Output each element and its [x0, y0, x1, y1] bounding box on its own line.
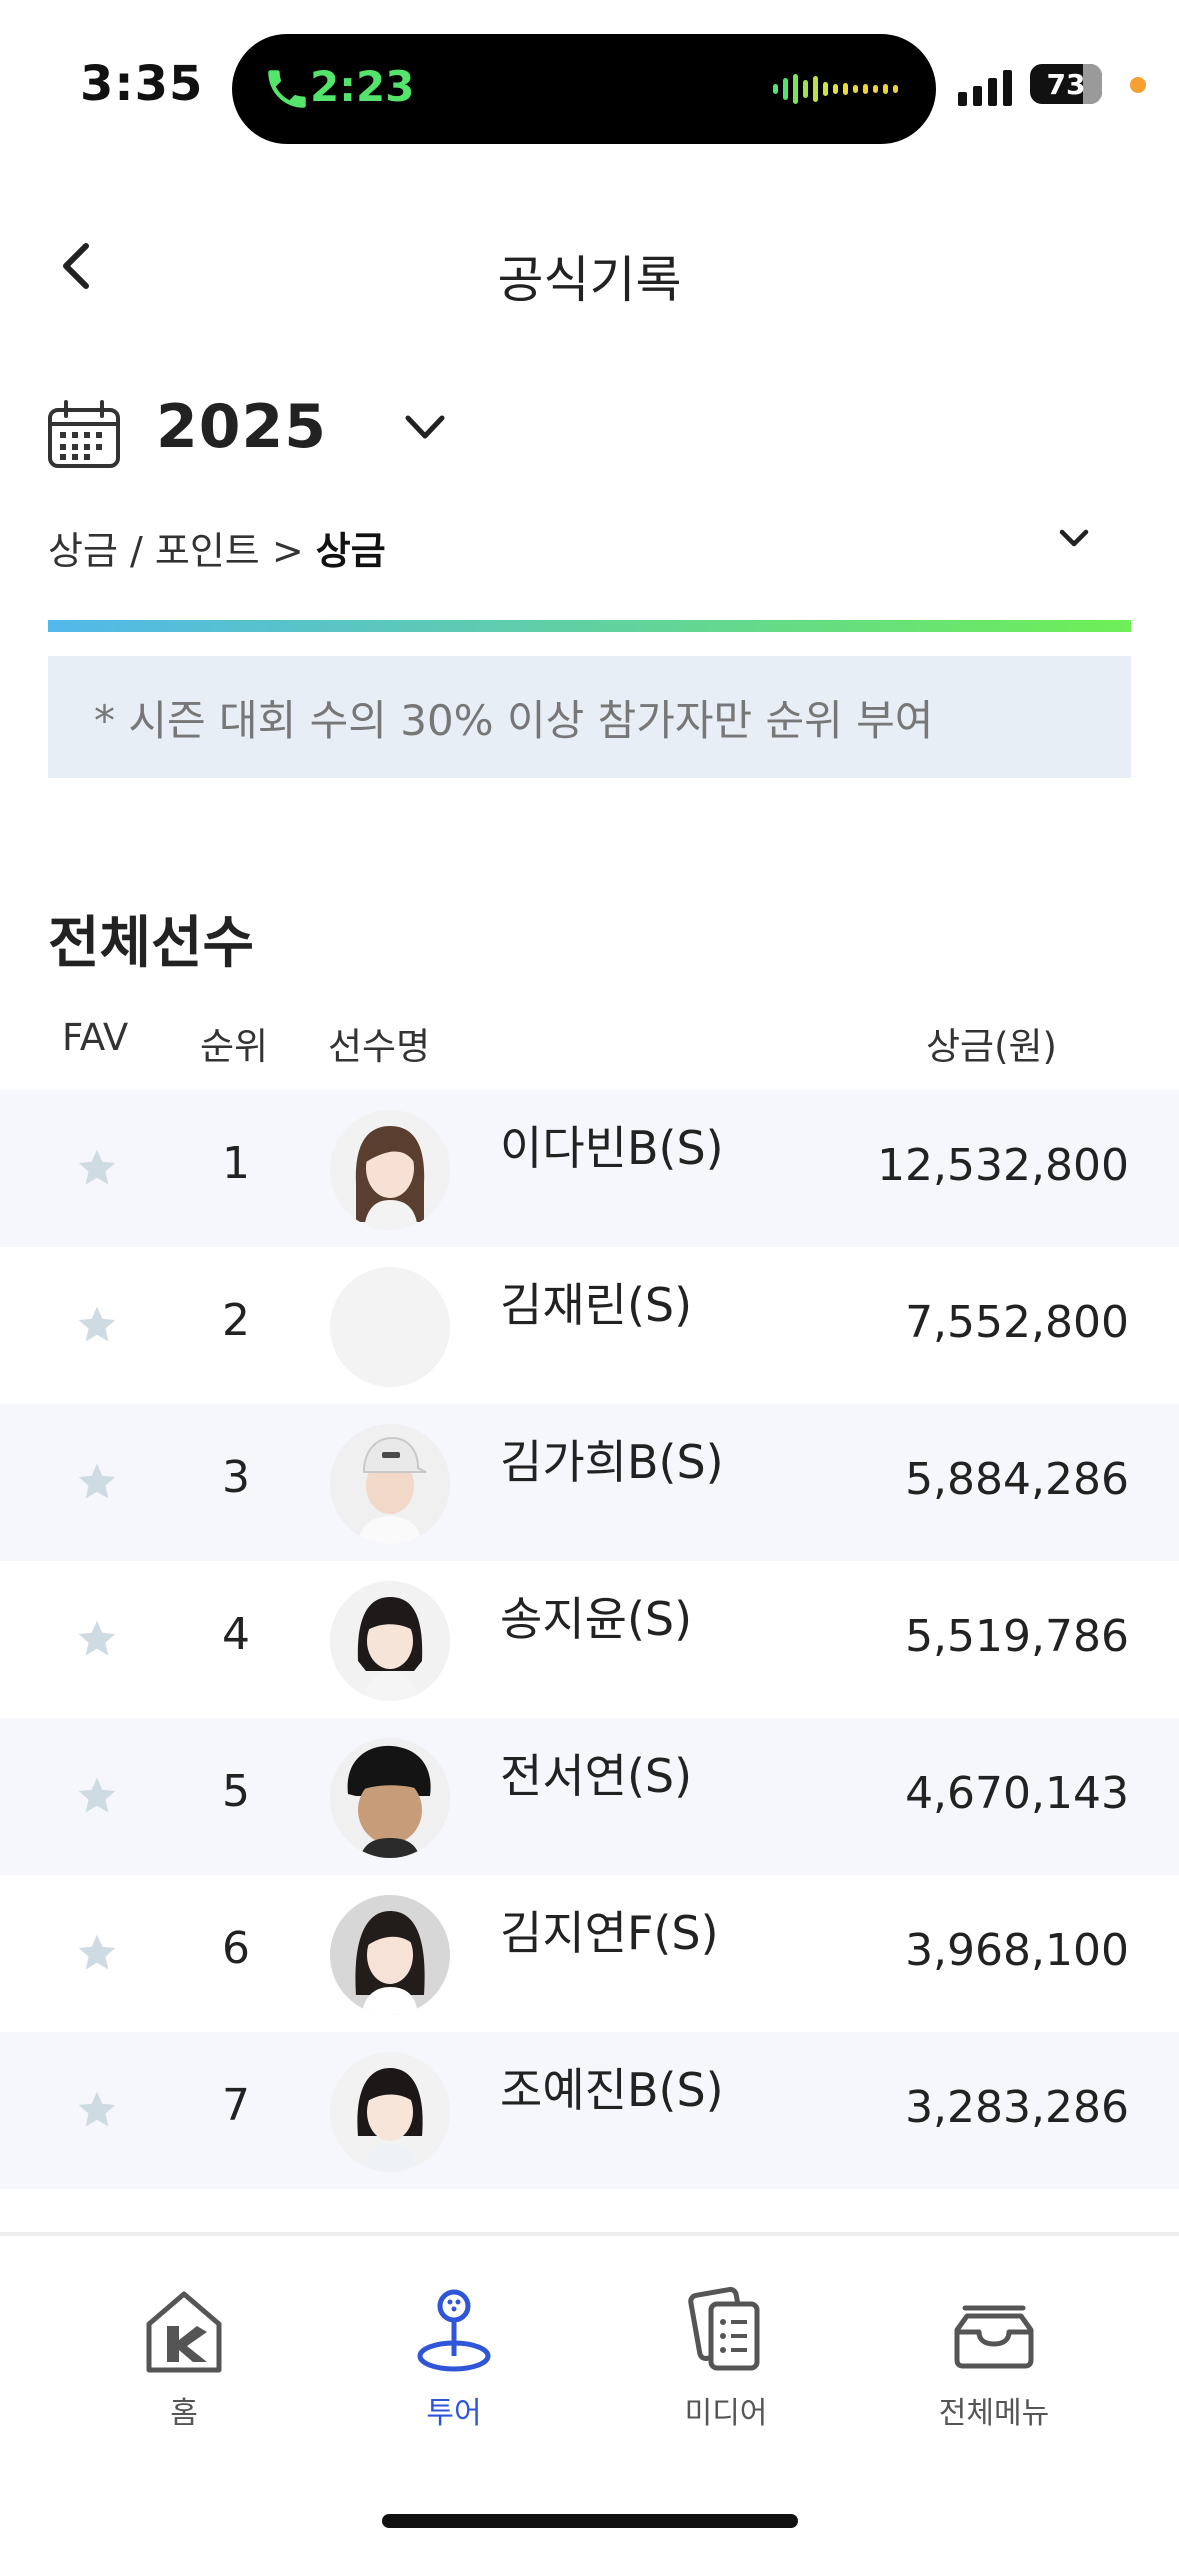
nav-home[interactable]: 홈: [84, 2286, 284, 2432]
status-bar: 3:35 2:23 73: [0, 0, 1179, 150]
status-time: 3:35: [80, 56, 204, 112]
nav-media[interactable]: 미디어: [626, 2286, 826, 2432]
active-call-pill[interactable]: 2:23: [232, 34, 936, 144]
table-row[interactable]: 4 송지윤(S) 5,519,786: [0, 1561, 1179, 1718]
star-icon[interactable]: [74, 2088, 120, 2132]
table-row[interactable]: 3 김가희B(S) 5,884,286: [0, 1404, 1179, 1561]
table-row[interactable]: 5 전서연(S) 4,670,143: [0, 1718, 1179, 1875]
star-icon[interactable]: [74, 1460, 120, 1504]
rank-number: 1: [222, 1138, 250, 1189]
ranking-table: 1 이다빈B(S) 12,532,800 2 김재린(S) 7,552,800 …: [0, 1090, 1179, 2189]
calendar-icon[interactable]: [46, 400, 122, 470]
star-icon[interactable]: [74, 1617, 120, 1661]
audio-waveform-icon: [773, 72, 898, 106]
inbox-menu-icon: [954, 2305, 1034, 2369]
privacy-indicator-dot: [1130, 77, 1146, 93]
star-icon[interactable]: [74, 1146, 120, 1190]
avatar: [330, 1895, 450, 2015]
player-name[interactable]: 전서연(S): [500, 1740, 692, 1806]
prize-amount: 3,968,100: [905, 1925, 1129, 1976]
player-name[interactable]: 김가희B(S): [500, 1426, 724, 1492]
nav-all-menu[interactable]: 전체메뉴: [894, 2286, 1094, 2432]
breadcrumb-current: 상금: [315, 529, 386, 573]
star-icon[interactable]: [74, 1774, 120, 1818]
nav-home-label: 홈: [170, 2396, 198, 2431]
table-row[interactable]: 7 조예진B(S) 3,283,286: [0, 2032, 1179, 2189]
star-icon[interactable]: [74, 1303, 120, 1347]
rank-number: 2: [222, 1295, 250, 1346]
tour-pin-icon: [417, 2289, 491, 2372]
column-header-fav: FAV: [62, 1016, 129, 1059]
column-header-rank: 순위: [200, 1025, 269, 1068]
nav-media-label: 미디어: [684, 2396, 768, 2431]
nav-tour-label: 투어: [426, 2396, 482, 2431]
player-name[interactable]: 송지윤(S): [500, 1583, 692, 1649]
call-duration: 2:23: [310, 62, 415, 111]
avatar: [330, 1738, 450, 1858]
avatar-placeholder: [330, 1267, 450, 1387]
battery-percent: 73: [1046, 67, 1086, 101]
player-name[interactable]: 이다빈B(S): [500, 1112, 724, 1178]
nav-tour[interactable]: 투어: [354, 2286, 554, 2432]
rank-number: 7: [222, 2080, 250, 2131]
ranking-notice: * 시즌 대회 수의 30% 이상 참가자만 순위 부여: [48, 656, 1131, 778]
avatar: [330, 1581, 450, 1701]
bottom-navigation: 홈 투어 미디어 전체메뉴: [0, 2232, 1179, 2556]
avatar: [330, 1424, 450, 1544]
column-header-name: 선수명: [328, 1025, 431, 1068]
home-icon: [146, 2291, 222, 2373]
section-title: 전체선수: [48, 911, 255, 976]
column-header-prize: 상금(원): [926, 1025, 1057, 1068]
nav-all-menu-label: 전체메뉴: [938, 2396, 1050, 2431]
player-name[interactable]: 김지연F(S): [500, 1897, 719, 1963]
table-row[interactable]: 6 김지연F(S) 3,968,100: [0, 1875, 1179, 2032]
category-breadcrumb[interactable]: 상금 / 포인트 > 상금: [48, 520, 386, 575]
chevron-down-icon[interactable]: [1054, 522, 1094, 558]
prize-amount: 3,283,286: [905, 2082, 1129, 2133]
prize-amount: 5,519,786: [905, 1611, 1129, 1662]
rank-number: 5: [222, 1766, 250, 1817]
cellular-signal-icon: [958, 66, 1012, 106]
media-cards-icon: [688, 2286, 760, 2371]
chevron-down-icon[interactable]: [400, 408, 450, 448]
page-title: 공식기록: [497, 251, 682, 309]
prize-amount: 7,552,800: [905, 1297, 1129, 1348]
rank-number: 4: [222, 1609, 250, 1660]
year-selector[interactable]: 2025: [156, 392, 327, 462]
phone-icon: [268, 70, 306, 108]
breadcrumb-prefix: 상금 / 포인트 >: [48, 529, 304, 573]
player-name[interactable]: 조예진B(S): [500, 2054, 724, 2120]
prize-amount: 4,670,143: [905, 1768, 1129, 1819]
battery-icon: 73: [1030, 64, 1102, 104]
table-row[interactable]: 2 김재린(S) 7,552,800: [0, 1247, 1179, 1404]
table-row[interactable]: 1 이다빈B(S) 12,532,800: [0, 1090, 1179, 1247]
prize-amount: 12,532,800: [877, 1140, 1129, 1191]
star-icon[interactable]: [74, 1931, 120, 1975]
home-indicator[interactable]: [382, 2514, 798, 2528]
rank-number: 3: [222, 1452, 250, 1503]
player-name[interactable]: 김재린(S): [500, 1269, 692, 1335]
divider-gradient: [48, 620, 1131, 632]
avatar: [330, 2052, 450, 2172]
rank-number: 6: [222, 1923, 250, 1974]
avatar: [330, 1110, 450, 1230]
prize-amount: 5,884,286: [905, 1454, 1129, 1505]
